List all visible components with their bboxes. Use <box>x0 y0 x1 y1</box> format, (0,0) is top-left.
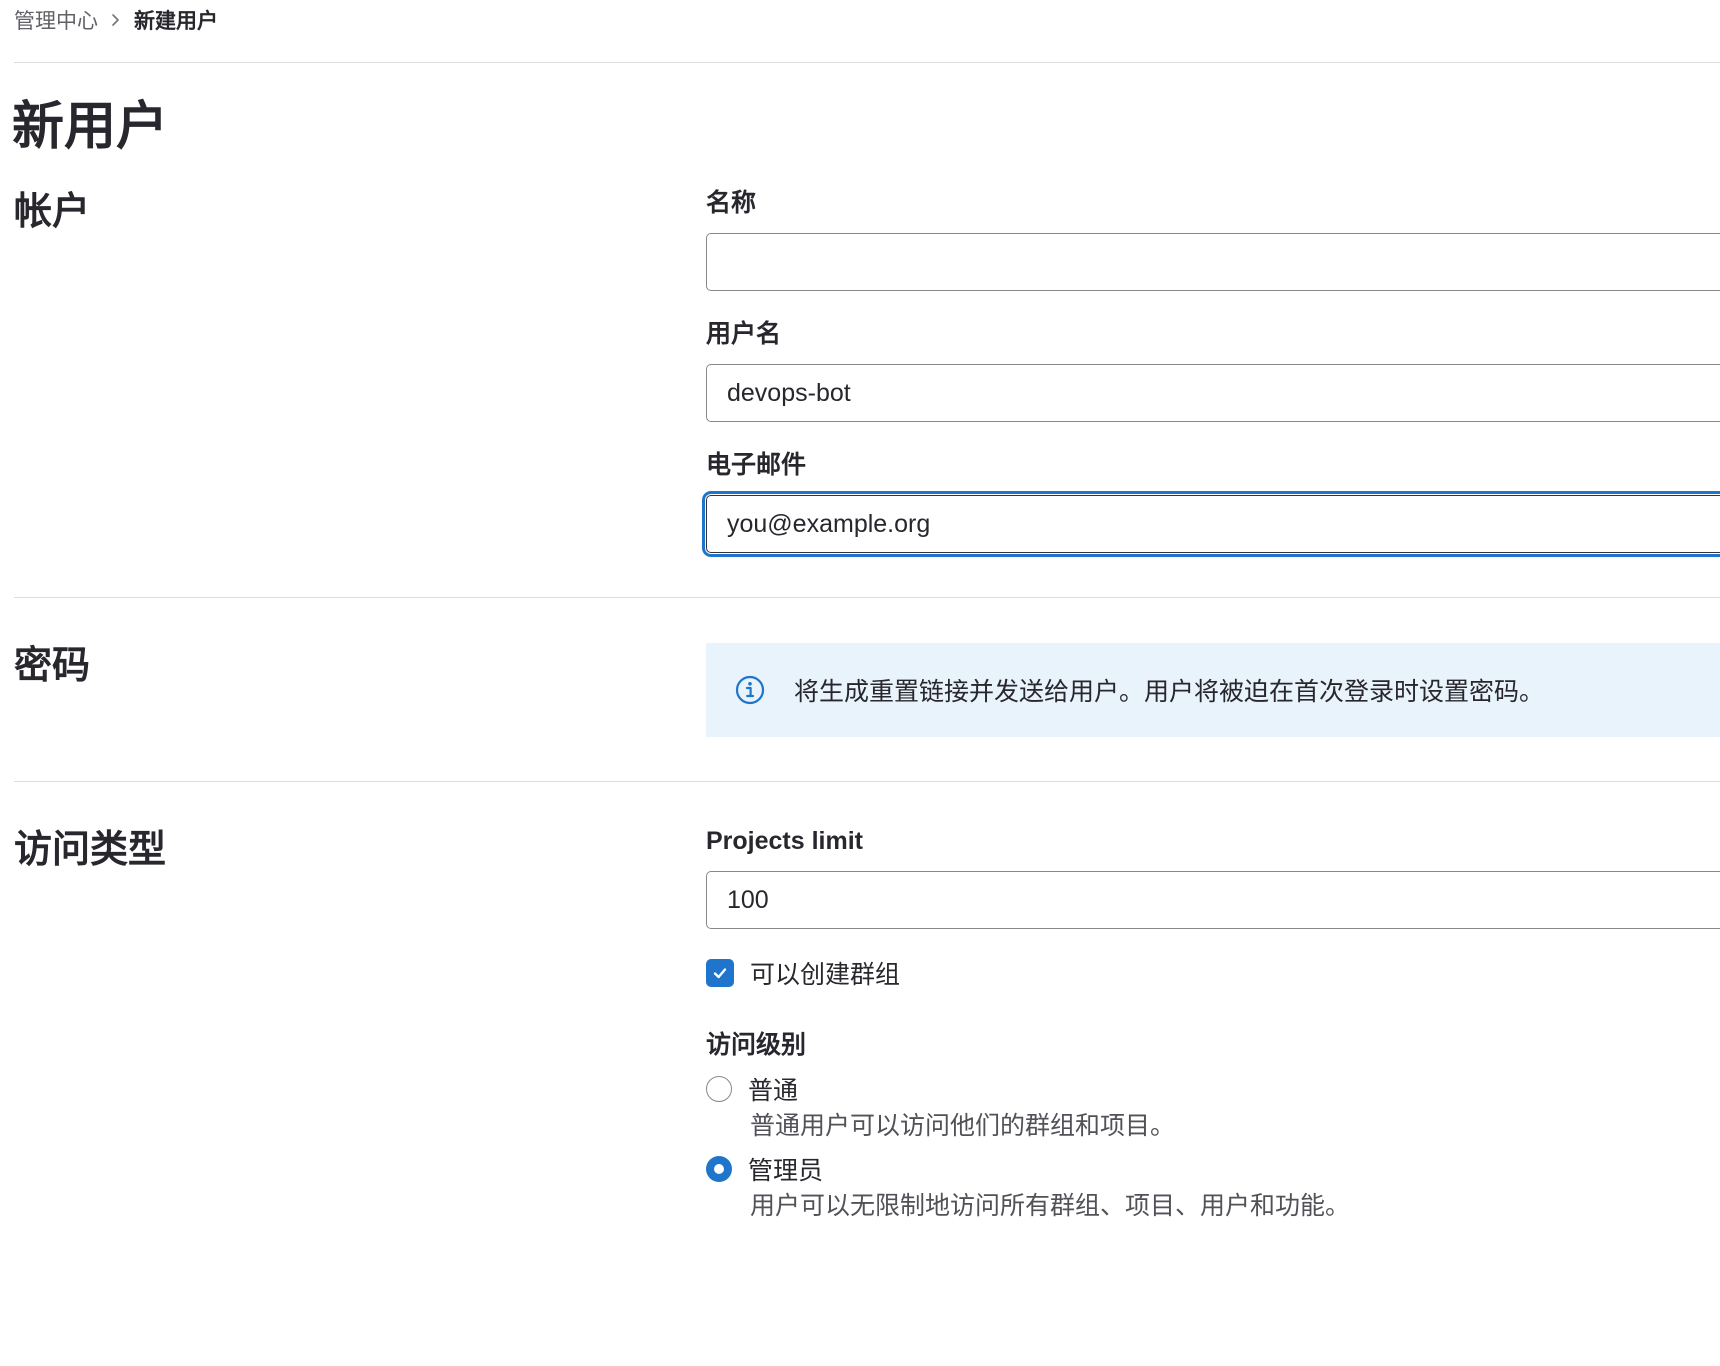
breadcrumb-current: 新建用户 <box>134 10 218 33</box>
access-level-admin-description: 用户可以无限制地访问所有群组、项目、用户和功能。 <box>750 1192 1351 1220</box>
can-create-group-label: 可以创建群组 <box>750 961 901 989</box>
access-section-title: 访问类型 <box>14 829 167 871</box>
projects-limit-input[interactable] <box>706 871 1720 929</box>
email-input[interactable] <box>706 495 1720 553</box>
password-info-text: 将生成重置链接并发送给用户。用户将被迫在首次登录时设置密码。 <box>794 678 1545 706</box>
username-label: 用户名 <box>706 320 782 348</box>
chevron-right-icon <box>110 13 120 27</box>
checkmark-icon <box>713 968 727 979</box>
radio-selected-dot <box>714 1164 724 1174</box>
name-label: 名称 <box>706 189 757 217</box>
can-create-group-checkbox[interactable] <box>706 959 734 987</box>
projects-limit-label: Projects limit <box>706 827 863 855</box>
name-input[interactable] <box>706 233 1720 291</box>
account-section-title: 帐户 <box>14 191 91 233</box>
password-section-title: 密码 <box>14 645 91 687</box>
new-user-page: 管理中心 新建用户 新用户 帐户 名称 用户名 电子邮件 密码 将生成重置链接并… <box>0 0 1720 1366</box>
header-divider <box>14 62 1720 63</box>
access-level-label: 访问级别 <box>706 1031 807 1059</box>
access-level-regular-radio-row[interactable]: 普通 <box>706 1071 798 1107</box>
access-level-admin-label: 管理员 <box>748 1157 824 1185</box>
breadcrumb-admin-area-link[interactable]: 管理中心 <box>14 5 98 35</box>
access-level-regular-radio[interactable] <box>706 1076 732 1102</box>
access-level-regular-description: 普通用户可以访问他们的群组和项目。 <box>750 1112 1176 1140</box>
info-circle-icon <box>734 674 766 706</box>
page-title: 新用户 <box>12 98 169 156</box>
account-divider <box>14 597 1720 598</box>
breadcrumb: 管理中心 新建用户 <box>14 4 218 36</box>
access-level-regular-label: 普通 <box>748 1077 799 1105</box>
email-label: 电子邮件 <box>706 451 807 479</box>
password-divider <box>14 781 1720 782</box>
access-level-admin-radio[interactable] <box>706 1156 732 1182</box>
username-input[interactable] <box>706 364 1720 422</box>
password-info-alert: 将生成重置链接并发送给用户。用户将被迫在首次登录时设置密码。 <box>706 643 1720 737</box>
access-level-admin-radio-row[interactable]: 管理员 <box>706 1151 823 1187</box>
can-create-group-checkbox-row[interactable]: 可以创建群组 <box>706 956 900 990</box>
